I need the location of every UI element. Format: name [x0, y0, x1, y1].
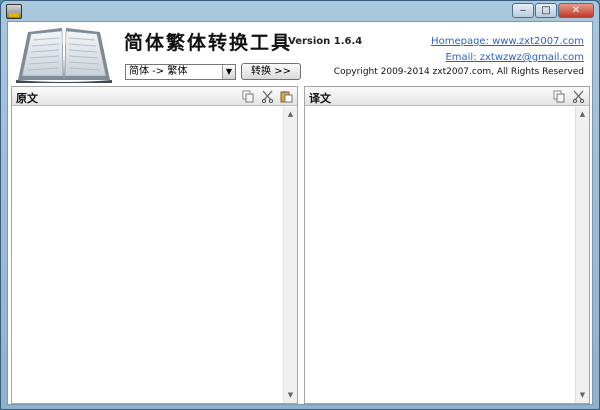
paste-icon[interactable] [279, 89, 294, 104]
source-toolbar [241, 89, 294, 104]
app-title: 简体繁体转换工具 [124, 32, 293, 54]
source-panel-header: 原文 [12, 87, 297, 106]
source-scrollbar[interactable]: ▲ ▼ [283, 107, 297, 403]
header: 简体繁体转换工具 Version 1.6.4 简体 -> 繁体 ▼ 转换 >> … [8, 22, 592, 84]
email-link[interactable]: Email: zxtwzwz@gmail.com [445, 52, 584, 63]
minimize-button[interactable]: ‒ [512, 3, 534, 18]
cut-icon[interactable] [571, 89, 586, 104]
maximize-button[interactable]: □ [535, 3, 557, 18]
client-area: 简体繁体转换工具 Version 1.6.4 简体 -> 繁体 ▼ 转换 >> … [7, 21, 593, 405]
copyright-text: Copyright 2009-2014 zxt2007.com, All Rig… [333, 67, 584, 77]
scroll-down-icon[interactable]: ▼ [284, 389, 297, 402]
scroll-up-icon[interactable]: ▲ [284, 108, 297, 121]
target-toolbar [552, 89, 586, 104]
direction-value: 简体 -> 繁体 [129, 66, 188, 77]
target-panel: 译文 ▲ ▼ [304, 86, 590, 404]
scroll-down-icon[interactable]: ▼ [576, 389, 589, 402]
homepage-link[interactable]: Homepage: www.zxt2007.com [431, 36, 584, 47]
target-panel-header: 译文 [305, 87, 589, 106]
convert-button[interactable]: 转换 >> [241, 63, 301, 80]
target-text-area[interactable]: ▲ ▼ [305, 107, 589, 403]
source-panel-title: 原文 [16, 92, 38, 105]
cut-icon[interactable] [260, 89, 275, 104]
scroll-up-icon[interactable]: ▲ [576, 108, 589, 121]
title-bar[interactable]: ‒ □ ✕ [1, 1, 599, 21]
book-logo-icon [16, 28, 112, 83]
chevron-down-icon[interactable]: ▼ [222, 65, 235, 79]
window-controls: ‒ □ ✕ [512, 3, 594, 18]
version-label: Version 1.6.4 [288, 36, 363, 47]
source-text-area[interactable]: ▲ ▼ [12, 107, 297, 403]
copy-icon[interactable] [552, 89, 567, 104]
target-scrollbar[interactable]: ▲ ▼ [575, 107, 589, 403]
close-button[interactable]: ✕ [558, 3, 594, 18]
direction-dropdown[interactable]: 简体 -> 繁体 ▼ [125, 64, 236, 80]
copy-icon[interactable] [241, 89, 256, 104]
target-panel-title: 译文 [309, 92, 331, 105]
source-panel: 原文 ▲ ▼ [11, 86, 298, 404]
app-window: ‒ □ ✕ 简体繁体转换工具 Version 1.6.4 简体 -> 繁体 ▼ … [0, 0, 600, 410]
app-icon[interactable] [6, 4, 22, 19]
